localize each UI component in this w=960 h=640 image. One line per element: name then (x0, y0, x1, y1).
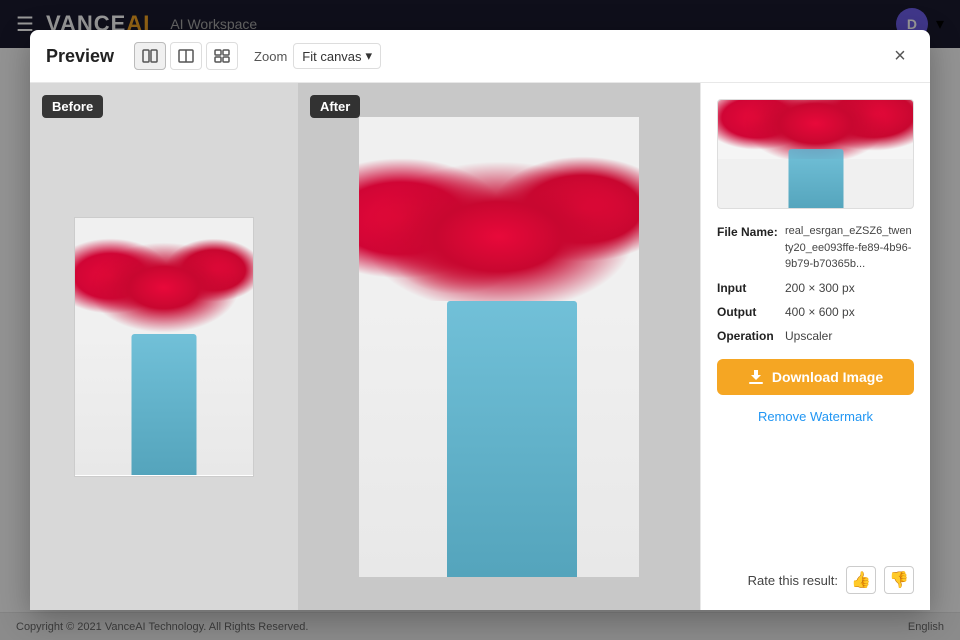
thumbs-up-button[interactable]: 👍 (846, 566, 876, 594)
after-panel: After (298, 83, 700, 610)
modal-header: Preview (30, 30, 930, 83)
grid-view-icon (214, 49, 230, 63)
before-panel: Before (30, 83, 298, 610)
sidebar: File Name: real_esrgan_eZSZ6_twenty20_ee… (700, 83, 930, 610)
view-grid-button[interactable] (206, 42, 238, 70)
preview-modal: Preview (30, 30, 930, 610)
operation-value: Upscaler (785, 327, 832, 345)
operation-row: Operation Upscaler (717, 327, 914, 345)
input-value: 200 × 300 px (785, 279, 855, 297)
download-button[interactable]: Download Image (717, 359, 914, 395)
zoom-section: Zoom Fit canvas ▾ (254, 43, 381, 69)
before-figure (132, 334, 197, 476)
output-label: Output (717, 303, 785, 321)
after-image (359, 117, 639, 577)
view-toggle-group (134, 42, 238, 70)
file-name-value: real_esrgan_eZSZ6_twenty20_ee093ffe-fe89… (785, 223, 914, 273)
zoom-chevron-icon: ▾ (366, 48, 373, 64)
single-view-icon (178, 49, 194, 63)
rate-label: Rate this result: (748, 573, 838, 588)
after-label: After (310, 95, 360, 118)
after-lower (359, 301, 639, 577)
side-by-side-icon (142, 49, 158, 63)
before-flowers (75, 218, 253, 334)
download-icon (748, 369, 764, 385)
view-single-button[interactable] (170, 42, 202, 70)
output-value: 400 × 600 px (785, 303, 855, 321)
file-name-label: File Name: (717, 223, 785, 273)
after-figure (447, 301, 577, 577)
modal-body: Before After (30, 83, 930, 610)
remove-watermark-link[interactable]: Remove Watermark (717, 409, 914, 424)
thumbs-down-icon: 👎 (889, 570, 909, 590)
download-button-label: Download Image (772, 369, 883, 385)
thumbs-down-button[interactable]: 👎 (884, 566, 914, 594)
zoom-value: Fit canvas (302, 49, 361, 64)
zoom-label: Zoom (254, 49, 287, 64)
preview-area: Before After (30, 83, 700, 610)
input-label: Input (717, 279, 785, 297)
before-image (74, 217, 254, 477)
thumbs-up-icon: 👍 (851, 570, 871, 590)
operation-label: Operation (717, 327, 785, 345)
file-info: File Name: real_esrgan_eZSZ6_twenty20_ee… (717, 223, 914, 345)
zoom-select[interactable]: Fit canvas ▾ (293, 43, 381, 69)
input-row: Input 200 × 300 px (717, 279, 914, 297)
thumbnail (717, 99, 914, 209)
output-row: Output 400 × 600 px (717, 303, 914, 321)
before-lower (75, 334, 253, 476)
view-side-by-side-button[interactable] (134, 42, 166, 70)
thumbnail-figure (788, 149, 843, 208)
rate-section: Rate this result: 👍 👎 (717, 566, 914, 594)
before-label: Before (42, 95, 103, 118)
close-button[interactable]: × (886, 42, 914, 70)
modal-title: Preview (46, 46, 114, 67)
modal-overlay: Preview (0, 0, 960, 640)
file-name-row: File Name: real_esrgan_eZSZ6_twenty20_ee… (717, 223, 914, 273)
after-flowers (359, 117, 639, 301)
